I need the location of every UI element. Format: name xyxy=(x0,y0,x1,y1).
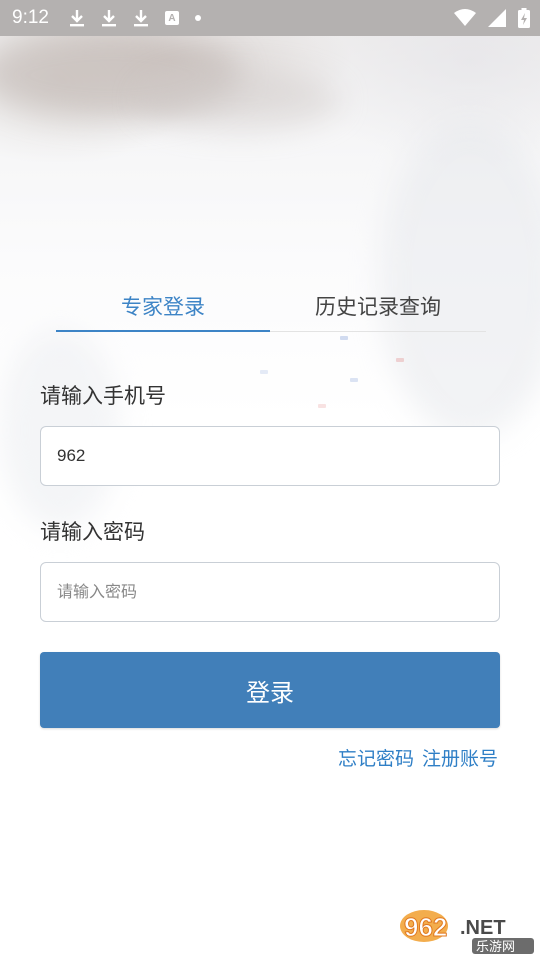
download-icon xyxy=(101,10,116,27)
login-button[interactable]: 登录 xyxy=(40,652,500,728)
password-input[interactable] xyxy=(40,562,500,622)
login-tabs: 专家登录 历史记录查询 xyxy=(56,280,486,334)
status-time: 9:12 xyxy=(12,7,49,28)
battery-icon xyxy=(518,8,530,28)
watermark-number: 962 xyxy=(404,912,447,942)
watermark-logo: 962 .NET 乐游网 xyxy=(400,910,534,955)
watermark-subtitle: 乐游网 xyxy=(476,940,515,955)
a-icon: A xyxy=(164,11,179,25)
tab-expert-login[interactable]: 专家登录 xyxy=(56,280,270,332)
phone-input[interactable] xyxy=(40,426,500,486)
watermark-domain: .NET xyxy=(460,917,506,939)
wifi-icon xyxy=(454,9,476,26)
forgot-password-link[interactable]: 忘记密码 xyxy=(338,744,414,771)
active-tab-indicator xyxy=(56,330,270,332)
dot-icon xyxy=(194,15,201,21)
account-links: 忘记密码 注册账号 xyxy=(338,744,498,771)
system-icons xyxy=(454,0,530,36)
tab-history-query[interactable]: 历史记录查询 xyxy=(270,280,486,332)
password-label: 请输入密码 xyxy=(40,520,145,544)
download-icon xyxy=(69,10,84,27)
phone-label: 请输入手机号 xyxy=(40,384,166,408)
status-bar: 9:12 A xyxy=(0,0,540,36)
tab-divider xyxy=(270,331,486,332)
notification-icons: A xyxy=(69,9,201,27)
download-icon xyxy=(133,10,148,27)
register-account-link[interactable]: 注册账号 xyxy=(422,744,498,771)
signal-icon xyxy=(488,9,506,27)
